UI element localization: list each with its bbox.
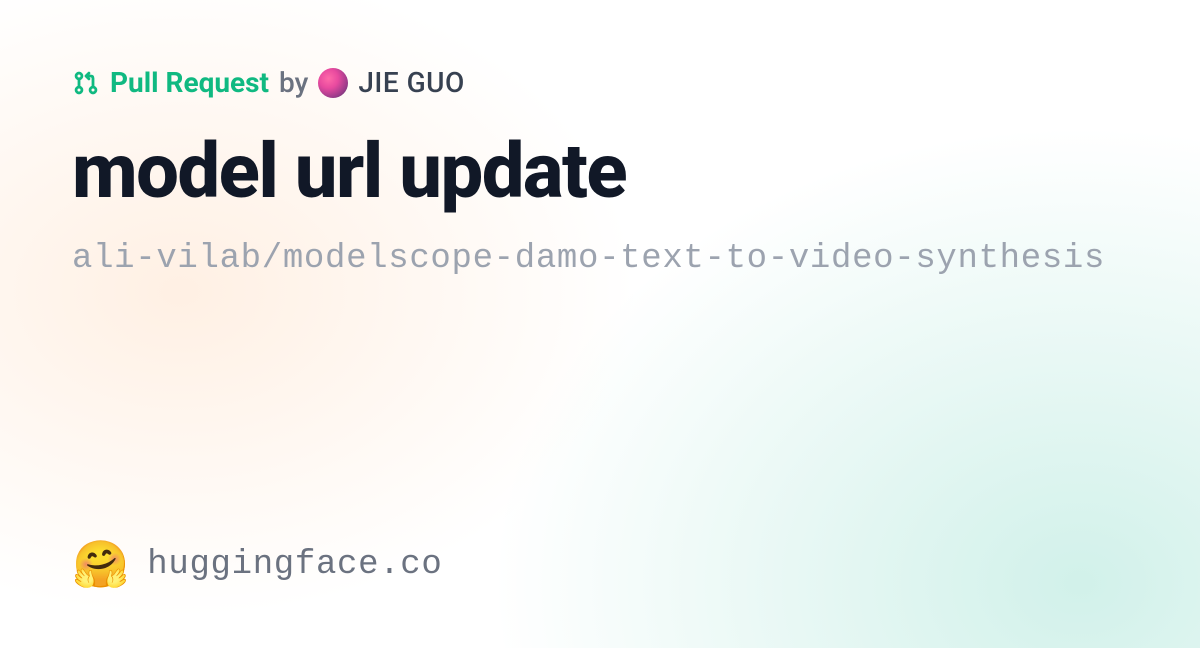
site-url: huggingface.co [147,546,442,584]
huggingface-logo-icon: 🤗 [72,542,129,588]
pull-request-icon [72,69,100,97]
author-avatar [318,68,348,98]
pr-title: model url update [72,132,1128,212]
by-text: by [279,69,308,97]
footer: 🤗 huggingface.co [72,542,1128,588]
social-card: Pull Request by JIE GUO model url update… [0,0,1200,648]
repo-path: ali-vilab/modelscope-damo-text-to-video-… [72,240,1128,278]
meta-row: Pull Request by JIE GUO [72,68,1128,98]
author-name: JIE GUO [358,69,464,97]
pull-request-label: Pull Request [110,69,269,97]
